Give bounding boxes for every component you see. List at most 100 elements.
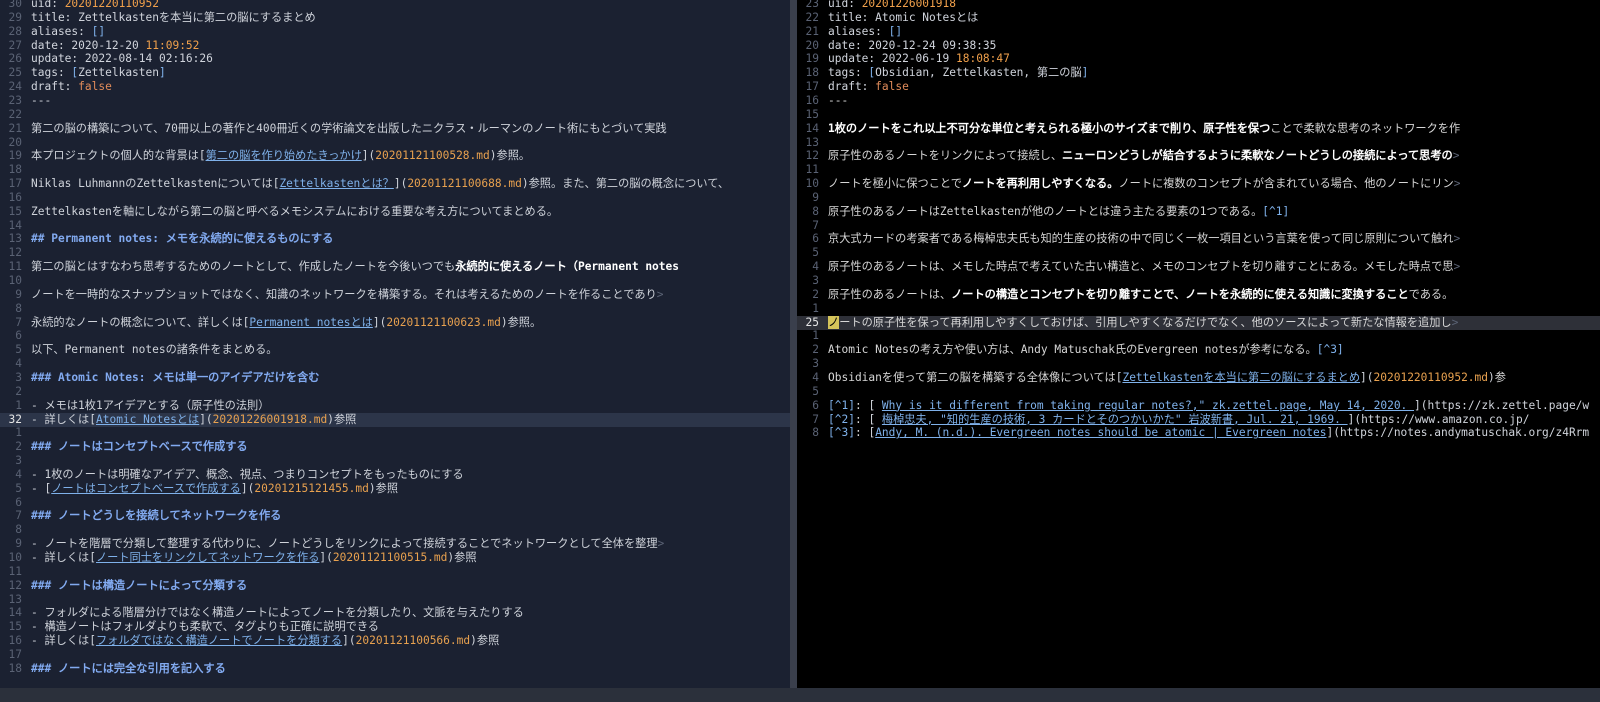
editor-line[interactable]: 7 永続的なノートの概念について、詳しくは[Permanent notesとは](… [0, 316, 790, 330]
editor-line[interactable]: 6 [0, 329, 790, 343]
editor-line[interactable]: 18 [0, 163, 790, 177]
wiki-link[interactable]: 第二の脳を作り始めたきっかけ [206, 149, 362, 162]
editor-line[interactable]: 4 原子性のあるノートは、メモした時点で考えていた古い構造と、メモのコンセプトを切… [797, 260, 1600, 274]
editor-line[interactable]: 9 ノートを一時的なスナップショットではなく、知識のネットワークを構築する。それは… [0, 288, 790, 302]
wiki-link[interactable]: Zettelkastenとは？ [279, 177, 393, 190]
editor-line[interactable]: 3 ### Atomic Notes: メモは単一のアイデアだけを含む [0, 371, 790, 385]
current-line[interactable]: 32 - 詳しくは[Atomic Notesとは](20201226001918.… [0, 412, 790, 427]
editor-line[interactable]: 13 [797, 136, 1600, 150]
editor-line[interactable]: 24 draft: false [0, 80, 790, 94]
editor-line[interactable]: 1 [0, 426, 790, 440]
editor-line[interactable]: 10 ノートを極小に保つことでノートを再利用しやすくなる。ノートに複数のコンセプト… [797, 177, 1600, 191]
editor-line[interactable]: 22 [0, 108, 790, 122]
editor-line[interactable]: 5 以下、Permanent notesの諸条件をまとめる。 [0, 343, 790, 357]
editor-line[interactable]: 27 date: 2020-12-20 11:09:52 [0, 39, 790, 53]
editor-line[interactable]: 12 ### ノートは構造ノートによって分類する [0, 579, 790, 593]
editor-line[interactable]: 26 update: 2022-08-14 02:16:26 [0, 52, 790, 66]
editor-line[interactable]: 14 [0, 219, 790, 233]
editor-line[interactable]: 16 [0, 191, 790, 205]
editor-line[interactable]: 17 Niklas LuhmannのZettelkastenについては[Zette… [0, 177, 790, 191]
editor-line[interactable]: 8 [0, 523, 790, 537]
editor-line[interactable]: 28 aliases: [] [0, 25, 790, 39]
editor-line[interactable]: 11 第二の脳とはすなわち思考するためのノートとして、作成したノートを今後いつでも… [0, 260, 790, 274]
editor-line[interactable]: 2 Atomic Notesの考え方や使い方は、Andy Matuschak氏のE… [797, 343, 1600, 357]
editor-line[interactable]: 21 aliases: [] [797, 25, 1600, 39]
editor-line[interactable]: 23 uid: 20201226001918 [797, 0, 1600, 11]
editor-line[interactable]: 21 第二の脳の構築について、70冊以上の著作と400冊近くの学術論文を出版したニ… [0, 122, 790, 136]
editor-pane-right[interactable]: 23 uid: 20201226001918 22 title: Atomic Not… [797, 0, 1600, 702]
editor-line[interactable]: 19 本プロジェクトの個人的な背景は[第二の脳を作り始めたきっかけ](202011… [0, 149, 790, 163]
editor-line[interactable]: 17 [0, 648, 790, 662]
editor-line[interactable]: 2 [0, 385, 790, 399]
wiki-link[interactable]: 梅棹忠夫, "知的生産の技術, 3 カードとそのつかいかた" 岩波新書, Jul… [882, 413, 1348, 426]
editor-line[interactable]: 1 [797, 329, 1600, 343]
editor-line[interactable]: 5 [797, 246, 1600, 260]
editor-line[interactable]: 22 title: Atomic Notesとは [797, 11, 1600, 25]
wiki-link[interactable]: フォルダではなく構造ノートでノートを分類する [96, 634, 342, 647]
wiki-link[interactable]: 20201121100515.md [333, 551, 448, 564]
editor-line[interactable]: 14 1枚のノートをこれ以上不可分な単位と考えられる極小のサイズまで削り、原子性を… [797, 122, 1600, 136]
current-line[interactable]: 25 ノートの原子性を保って再利用しやすくしておけば、引用しやすくなるだけでなく、… [797, 315, 1600, 330]
pane-divider[interactable] [790, 0, 797, 702]
editor-line[interactable]: 4 Obsidianを使って第二の脳を構築する全体像については[Zettelkas… [797, 371, 1600, 385]
editor-line[interactable]: 9 [797, 191, 1600, 205]
editor-line[interactable]: 15 Zettelkastenを軸にしながら第二の脳と呼べるメモシステムにおける重… [0, 205, 790, 219]
editor-line[interactable]: 20 [0, 136, 790, 150]
editor-line[interactable]: 10 - 詳しくは[ノート同士をリンクしてネットワークを作る](202011211… [0, 551, 790, 565]
editor-line[interactable]: 8 [0, 302, 790, 316]
editor-line[interactable]: 9 - ノートを階層で分類して整理する代わりに、ノートどうしをリンクによって接続す… [0, 537, 790, 551]
wiki-link[interactable]: 20201121100688.md [407, 177, 522, 190]
wiki-link[interactable]: ノートはコンセプトベースで作成する [51, 482, 241, 495]
editor-line[interactable]: 6 [0, 496, 790, 510]
wiki-link[interactable]: Why is it different from taking regular … [882, 399, 1414, 412]
editor-line[interactable]: 15 - 構造ノートはフォルダよりも柔軟で、タグよりも正確に説明できる [0, 620, 790, 634]
editor-line[interactable]: 13 [0, 593, 790, 607]
wiki-link[interactable]: 20201215121455.md [254, 482, 369, 495]
editor-line[interactable]: 2 ### ノートはコンセプトベースで作成する [0, 440, 790, 454]
editor-line[interactable]: 13 ## Permanent notes: メモを永続的に使えるものにする [0, 232, 790, 246]
editor-line[interactable]: 4 [0, 357, 790, 371]
editor-line[interactable]: 3 [797, 357, 1600, 371]
editor-line[interactable]: 1 - メモは1枚1アイデアとする（原子性の法則） [0, 399, 790, 413]
editor-line[interactable]: 5- [ノートはコンセプトベースで作成する](20201215121455.md… [0, 482, 790, 496]
editor-line[interactable]: 20 date: 2020-12-24 09:38:35 [797, 39, 1600, 53]
editor-line[interactable]: 10 [0, 274, 790, 288]
wiki-link[interactable]: 20201220110952.md [1374, 371, 1489, 384]
editor-line[interactable]: 30 uid: 20201220110952 [0, 0, 790, 11]
wiki-link[interactable]: Andy, M. (n.d.). Evergreen notes should … [875, 426, 1326, 439]
editor-line[interactable]: 3 [0, 454, 790, 468]
editor-line[interactable]: 2 原子性のあるノートは、ノートの構造とコンセプトを切り離すことで、ノートを永続的… [797, 288, 1600, 302]
editor-line[interactable]: 3 [797, 274, 1600, 288]
editor-line[interactable]: 6 京大式カードの考案者である梅棹忠夫氏も知的生産の技術の中で同じく一枚一項目とい… [797, 232, 1600, 246]
editor-line[interactable]: 7 [^2]: [ 梅棹忠夫, "知的生産の技術, 3 カードとそのつかいかた" … [797, 413, 1600, 427]
editor-line[interactable]: 12 [0, 246, 790, 260]
editor-line[interactable]: 11 [797, 163, 1600, 177]
editor-line[interactable]: 7 ### ノートどうしを接続してネットワークを作る [0, 509, 790, 523]
editor-line[interactable]: 29 title: Zettelkastenを本当に第二の脳にするまとめ [0, 11, 790, 25]
wiki-link[interactable]: 20201226001918.md [213, 413, 328, 426]
editor-line[interactable]: 25 tags: [Zettelkasten] [0, 66, 790, 80]
editor-line[interactable]: 17 draft: false [797, 80, 1600, 94]
editor-line[interactable]: 7 [797, 219, 1600, 233]
editor-line[interactable]: 5 [797, 385, 1600, 399]
wiki-link[interactable]: 20201121100623.md [386, 316, 501, 329]
editor-line[interactable]: 18 tags: [Obsidian, Zettelkasten, 第二の脳] [797, 66, 1600, 80]
editor-line[interactable]: 16 --- [797, 94, 1600, 108]
editor-pane-left[interactable]: 30 uid: 20201220110952 29 title: Zettelkast… [0, 0, 790, 702]
editor-line[interactable]: 19 update: 2022-06-19 18:08:47 [797, 52, 1600, 66]
wiki-link[interactable]: 20201121100566.md [356, 634, 471, 647]
wiki-link[interactable]: 20201121100528.md [375, 149, 490, 162]
wiki-link[interactable]: Permanent notesとは [249, 316, 372, 329]
editor-line[interactable]: 16 - 詳しくは[フォルダではなく構造ノートでノートを分類する](2020112… [0, 634, 790, 648]
wiki-link[interactable]: Atomic Notesとは [96, 413, 199, 426]
editor-line[interactable]: 14 - フォルダによる階層分けではなく構造ノートによってノートを分類したり、文脈… [0, 606, 790, 620]
wiki-link[interactable]: Zettelkastenを本当に第二の脳にするまとめ [1122, 371, 1360, 384]
editor-line[interactable]: 6 [^1]: [ Why is it different from taking… [797, 399, 1600, 413]
editor-line[interactable]: 23 --- [0, 94, 790, 108]
editor-line[interactable]: 1 [797, 302, 1600, 316]
editor-line[interactable]: 18 ### ノートには完全な引用を記入する [0, 662, 790, 676]
editor-line[interactable]: 4 - 1枚のノートは明確なアイデア、概念、視点、つまりコンセプトをもったものにす… [0, 468, 790, 482]
editor-line[interactable]: 8 原子性のあるノートはZettelkastenが他のノートとは違う主たる要素の1… [797, 205, 1600, 219]
editor-line[interactable]: 8 [^3]: [Andy, M. (n.d.). Evergreen notes… [797, 426, 1600, 440]
editor-line[interactable]: 15 [797, 108, 1600, 122]
